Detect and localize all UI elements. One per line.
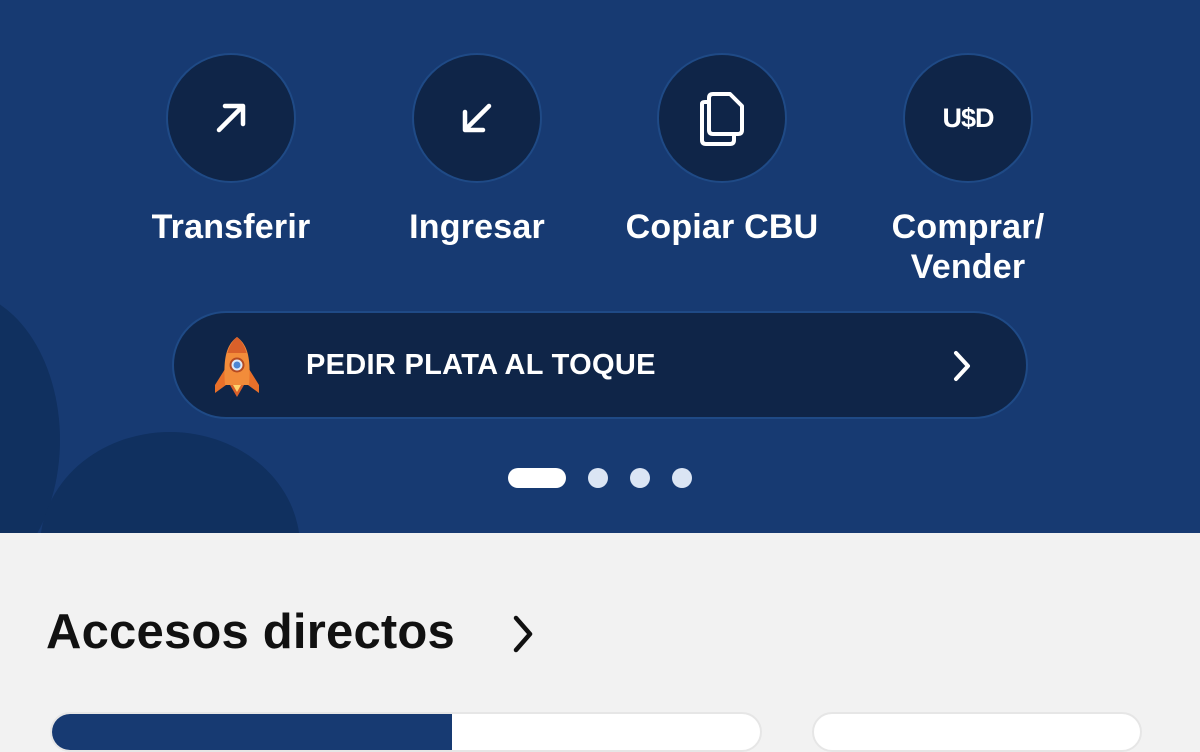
deposit-label: Ingresar (409, 208, 545, 246)
buy-sell-label-line1: Comprar/ (891, 208, 1045, 246)
shortcuts-title[interactable]: Accesos directos (46, 604, 455, 660)
copy-cbu-button[interactable] (657, 53, 787, 183)
transfer-action[interactable]: Transferir (131, 53, 331, 247)
carousel-dot[interactable] (672, 468, 692, 488)
pedir-plata-label: PEDIR PLATA AL TOQUE (306, 349, 656, 381)
rocket-icon (215, 337, 259, 397)
deposit-button[interactable] (412, 53, 542, 183)
carousel-dot-active[interactable] (508, 468, 566, 488)
arrow-down-left-icon (462, 103, 492, 133)
deposit-action[interactable]: Ingresar (377, 53, 577, 247)
buy-sell-label-line2: Vender (910, 248, 1026, 286)
chevron-right-icon (954, 351, 970, 381)
decor-blob (0, 290, 60, 533)
carousel-dot[interactable] (588, 468, 608, 488)
pedir-plata-button[interactable]: PEDIR PLATA AL TOQUE (172, 311, 1028, 419)
buy-sell-label: Comprar/ Vender (868, 207, 1068, 287)
transfer-label: Transferir (151, 208, 311, 246)
shortcut-card-banner (52, 714, 452, 750)
carousel-dot[interactable] (630, 468, 650, 488)
buy-sell-action[interactable]: U$D Comprar/ Vender (868, 53, 1068, 287)
copy-icon (700, 92, 744, 146)
shortcut-card[interactable] (812, 712, 1142, 752)
hero-panel: Transferir Ingresar Copiar CBU U$D Compr… (0, 0, 1200, 533)
buy-sell-button[interactable]: U$D (903, 53, 1033, 183)
transfer-button[interactable] (166, 53, 296, 183)
arrow-up-right-icon (216, 103, 246, 133)
shortcut-card[interactable] (50, 712, 762, 752)
chevron-right-icon[interactable] (510, 614, 536, 654)
usd-icon: U$D (942, 102, 994, 133)
decor-blob (40, 432, 300, 533)
copy-cbu-label: Copiar CBU (625, 208, 819, 246)
copy-cbu-action[interactable]: Copiar CBU (622, 53, 822, 247)
